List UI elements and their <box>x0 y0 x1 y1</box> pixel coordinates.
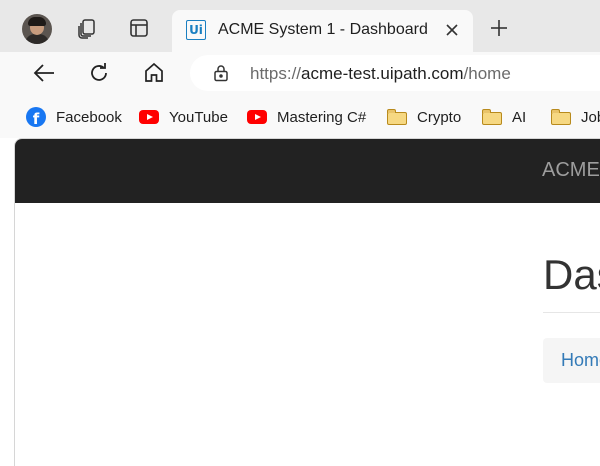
back-button[interactable] <box>31 60 57 86</box>
bookmarks-bar: f Facebook YouTube Mastering C# Crypto A… <box>0 94 600 138</box>
close-tab-icon[interactable] <box>441 19 463 41</box>
bookmark-folder-jobs[interactable]: Jobs <box>551 106 600 128</box>
folder-icon <box>551 109 571 125</box>
navbar-brand[interactable]: ACME System 1 <box>542 159 600 182</box>
breadcrumb: Home <box>543 338 600 383</box>
bookmark-folder-crypto[interactable]: Crypto <box>387 106 461 128</box>
page-title: Dashboard <box>543 251 600 298</box>
new-tab-button[interactable] <box>487 16 511 40</box>
refresh-button[interactable] <box>86 60 112 86</box>
facebook-icon: f <box>26 107 46 127</box>
site-navbar: ACME System 1 <box>15 139 600 203</box>
tab-title: ACME System 1 - Dashboard <box>218 21 428 38</box>
url-text[interactable]: https://acme-test.uipath.com/home <box>250 64 511 84</box>
folder-icon <box>482 109 502 125</box>
bookmark-label: Jobs <box>581 108 600 126</box>
workspaces-icon[interactable] <box>76 17 98 39</box>
heading-divider <box>543 312 600 313</box>
uipath-favicon-icon: Ui <box>186 20 206 40</box>
home-icon <box>145 62 163 82</box>
url-path: /home <box>463 64 511 83</box>
bookmark-label: YouTube <box>169 108 228 126</box>
profile-avatar[interactable] <box>22 14 52 44</box>
vertical-tabs-icon[interactable] <box>128 17 150 39</box>
browser-toolbar: https://acme-test.uipath.com/home <box>0 52 600 94</box>
bookmark-label: Crypto <box>417 108 462 126</box>
tab-strip: Ui ACME System 1 - Dashboard <box>0 0 600 52</box>
bookmark-folder-ai[interactable]: AI <box>482 106 526 128</box>
bookmark-youtube[interactable]: YouTube <box>139 106 228 128</box>
folder-icon <box>387 109 407 125</box>
breadcrumb-home-link[interactable]: Home <box>561 350 600 371</box>
bookmark-label: Mastering C# <box>277 108 367 126</box>
web-page-viewport: ACME System 1 Dashboard Home <box>14 138 600 466</box>
bookmark-label: AI <box>512 108 527 126</box>
refresh-icon <box>91 63 107 81</box>
tab-acme-dashboard[interactable]: Ui ACME System 1 - Dashboard <box>172 10 473 52</box>
youtube-icon <box>247 110 267 124</box>
youtube-icon <box>139 110 159 124</box>
lock-icon[interactable] <box>212 64 230 82</box>
address-bar[interactable]: https://acme-test.uipath.com/home <box>190 55 600 91</box>
back-arrow-icon <box>33 64 54 82</box>
bookmark-facebook[interactable]: f Facebook <box>26 106 122 128</box>
bookmark-label: Facebook <box>56 108 122 126</box>
home-button[interactable] <box>141 60 167 86</box>
bookmark-mastering-csharp[interactable]: Mastering C# <box>247 106 366 128</box>
url-scheme: https:// <box>250 64 302 83</box>
url-host: acme-test.uipath.com <box>301 64 464 83</box>
